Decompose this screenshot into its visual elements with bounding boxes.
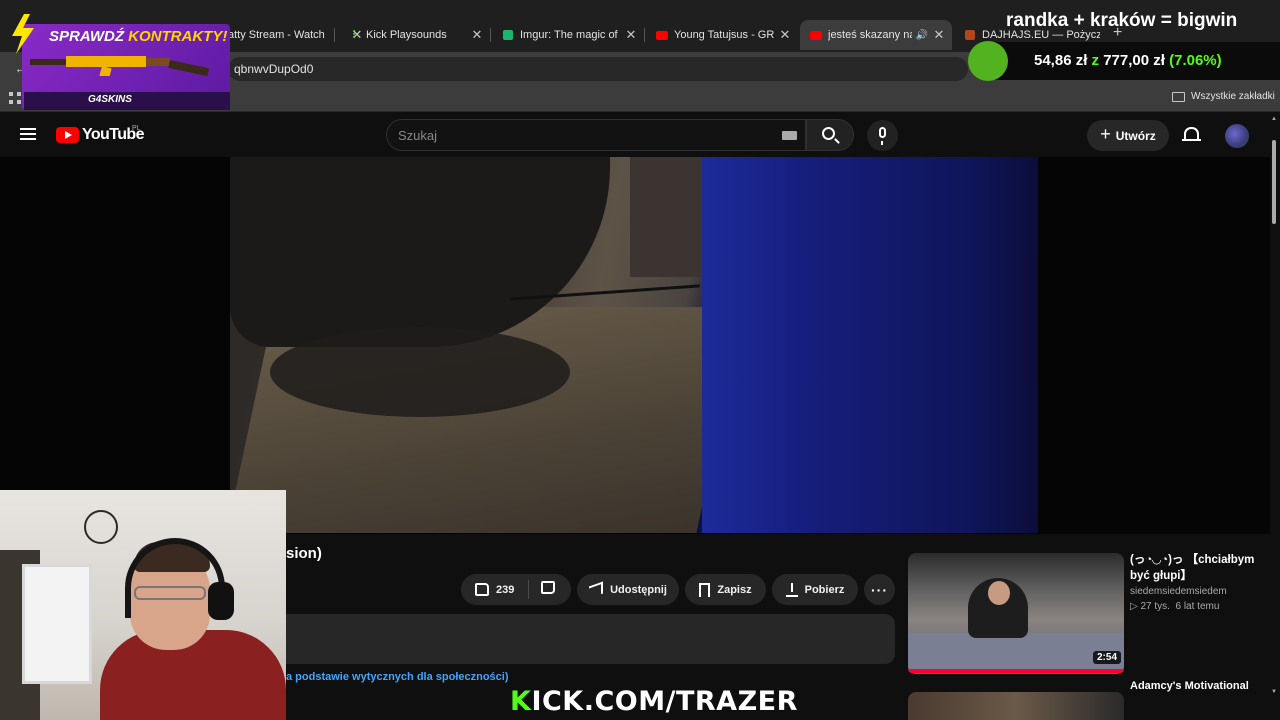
recommendation-title[interactable]: (っ◔◡◔)っ 【chciałbym być głupi】 <box>1130 552 1270 584</box>
tab-separator <box>490 28 491 42</box>
promo-title: SPRAWDŹ KONTRAKTY! <box>49 28 227 45</box>
youtube-icon <box>810 29 822 41</box>
region-code: PL <box>132 125 141 132</box>
create-button[interactable]: + Utwórz <box>1087 120 1169 151</box>
kick-url-text: ICK.COM/TRAZER <box>531 686 798 717</box>
promo-title-part1: SPRAWDŹ <box>49 28 129 45</box>
webcam-feed <box>0 490 286 720</box>
stats-total: 777,00 zł <box>1103 52 1165 69</box>
save-label: Zapisz <box>717 583 752 596</box>
keyboard-icon[interactable] <box>782 131 797 140</box>
stats-percent: (7.06%) <box>1169 52 1222 69</box>
promo-title-part2: KONTRAKTY! <box>128 28 228 45</box>
kick-icon: ⫶ <box>352 28 356 41</box>
all-bookmarks-label: Wszystkie zakładki <box>1191 91 1275 102</box>
view-count: ▷ 27 tys. <box>1130 601 1170 612</box>
g4skins-logo: G4SKINS <box>88 94 132 105</box>
close-tab-icon[interactable]: ✕ <box>778 27 792 43</box>
dislike-icon[interactable] <box>541 581 555 594</box>
tab-young-tatujsus[interactable]: Young Tatujsus - GRECK ✕ <box>646 20 798 50</box>
recommendation-thumbnail[interactable] <box>908 692 1124 720</box>
tab-separator <box>334 28 335 42</box>
imgur-icon <box>502 29 514 41</box>
video-title: sion) <box>286 545 322 562</box>
tab-kick-playsounds[interactable]: ⫶ Kick Playsounds ✕ <box>338 20 490 50</box>
microphone-icon <box>879 127 886 145</box>
video-duration: 2:54 <box>1093 651 1122 664</box>
plus-icon: + <box>1100 124 1111 144</box>
like-count[interactable]: 239 <box>496 584 514 596</box>
menu-icon[interactable] <box>20 128 36 140</box>
dajhajs-icon <box>964 29 976 41</box>
upload-age: 6 lat temu <box>1175 601 1220 612</box>
scroll-down-arrow-icon[interactable]: ▼ <box>1271 689 1277 695</box>
create-label: Utwórz <box>1115 128 1156 143</box>
youtube-icon <box>656 29 668 41</box>
avatar[interactable] <box>1225 124 1249 148</box>
stats-circle-icon <box>968 41 1008 81</box>
apps-grid-icon[interactable] <box>9 92 21 104</box>
folder-icon <box>1172 91 1185 102</box>
share-icon <box>589 580 604 599</box>
download-button[interactable]: Pobierz <box>772 574 858 605</box>
recommendation-channel[interactable]: siedemsiedemsiedem <box>1130 586 1227 597</box>
tab-title: atty Stream - Watch <box>228 29 325 41</box>
kick-url-banner: KICK.COM/TRAZER <box>510 686 798 717</box>
stats-text: 54,86 zł z 777,00 zł (7.06%) <box>1034 52 1222 69</box>
youtube-play-icon <box>56 127 79 143</box>
download-icon <box>785 582 798 597</box>
lightning-icon <box>12 14 34 54</box>
bookmark-icon <box>699 582 711 597</box>
tab-title: Kick Playsounds <box>366 29 447 41</box>
share-button[interactable]: Udostępnij <box>577 574 679 605</box>
close-tab-icon[interactable]: ✕ <box>470 27 484 43</box>
tab-title: Imgur: The magic of the <box>520 29 620 41</box>
close-tab-icon[interactable]: ✕ <box>932 27 946 43</box>
watch-progress-bar <box>908 669 1124 673</box>
like-divider <box>528 580 529 599</box>
stream-title: randka + kraków = bigwin <box>1006 10 1238 31</box>
rifle-icon <box>30 56 210 76</box>
recommendation-title[interactable]: Adamcy's Motivational <box>1130 680 1249 692</box>
recommendation-thumbnail[interactable] <box>908 553 1124 674</box>
speaker-icon[interactable]: 🔊 <box>916 30 928 41</box>
scrollbar-thumb[interactable] <box>1272 140 1276 224</box>
webcam-headset-cup <box>208 582 234 620</box>
youtube-logo[interactable]: YouTube <box>56 126 144 144</box>
video-frame-blue-object <box>702 157 1038 533</box>
video-frame-shadow <box>270 327 570 417</box>
download-label: Pobierz <box>804 583 845 596</box>
tab-separator <box>644 28 645 42</box>
webcam-lamp <box>84 510 118 544</box>
share-label: Udostępnij <box>610 583 667 596</box>
tab-title: Young Tatujsus - GRECK <box>674 29 774 41</box>
thumbnail-bed <box>908 633 1124 673</box>
stats-current: 54,86 zł <box>1034 52 1088 69</box>
like-icon[interactable] <box>475 583 489 596</box>
close-tab-icon[interactable]: ✕ <box>624 27 638 43</box>
kick-k: K <box>510 686 532 717</box>
video-player[interactable] <box>230 157 1038 533</box>
community-guidelines-link[interactable]: a podstawie wytycznych dla społeczności) <box>286 671 509 683</box>
search-input[interactable] <box>398 125 758 145</box>
tab-active-video[interactable]: jesteś skazany na cu 🔊 ✕ <box>800 20 952 50</box>
url-field[interactable] <box>228 57 968 81</box>
thumbnail-face <box>988 581 1010 605</box>
tab-title: jesteś skazany na cu <box>828 29 912 41</box>
save-button[interactable]: Zapisz <box>685 574 766 605</box>
stats-separator: z <box>1091 52 1100 69</box>
webcam-window <box>22 564 92 684</box>
search-icon[interactable] <box>822 127 835 140</box>
tab-imgur[interactable]: Imgur: The magic of the ✕ <box>492 20 644 50</box>
recommendation-meta: ▷ 27 tys. 6 lat temu <box>1130 601 1219 612</box>
all-bookmarks-button[interactable]: Wszystkie zakładki <box>1172 91 1275 102</box>
more-actions-button[interactable]: ··· <box>864 574 895 605</box>
url-text: qbnwvDupOd0 <box>234 62 314 76</box>
scroll-up-arrow-icon[interactable]: ▲ <box>1271 116 1277 122</box>
notifications-bell-icon[interactable] <box>1182 127 1201 141</box>
description-box[interactable] <box>286 614 895 664</box>
